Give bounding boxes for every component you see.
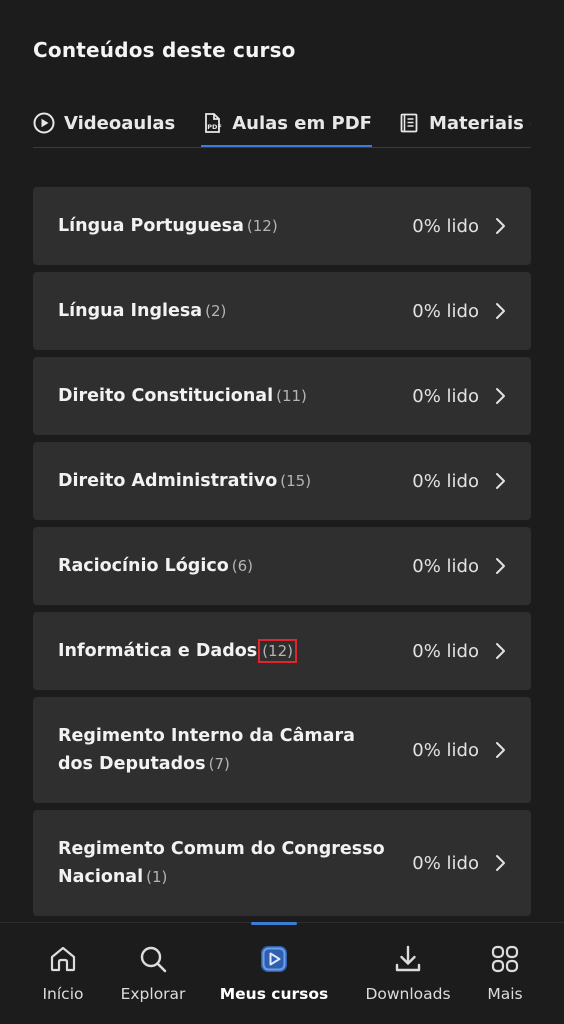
subject-row-raciocinio-logico[interactable]: Raciocínio Lógico (6) 0% lido (33, 527, 531, 605)
read-progress: 0% lido (412, 739, 479, 761)
lesson-count: (15) (280, 472, 312, 490)
play-circle-icon (33, 112, 55, 134)
chevron-right-icon (493, 472, 507, 490)
chevron-right-icon (493, 557, 507, 575)
subject-name: Regimento Interno da Câmara dos Deputados… (58, 726, 355, 774)
lesson-count: (11) (276, 387, 307, 405)
nav-meus-cursos[interactable]: Meus cursos (212, 922, 336, 1003)
subject-name: Informática e Dados (12) (58, 639, 297, 663)
subject-row-lingua-inglesa[interactable]: Língua Inglesa (2) 0% lido (33, 272, 531, 350)
home-icon (47, 943, 79, 975)
read-progress: 0% lido (412, 555, 479, 577)
subject-row-lingua-portuguesa[interactable]: Língua Portuguesa (12) 0% lido (33, 187, 531, 265)
tab-materiais[interactable]: Materiais co (398, 100, 531, 146)
nav-downloads[interactable]: Downloads (354, 923, 462, 1003)
nav-label: Mais (487, 985, 523, 1003)
subject-name: Língua Portuguesa (12) (58, 216, 278, 236)
tab-videoaulas[interactable]: Videoaulas (33, 100, 175, 146)
read-progress: 0% lido (412, 470, 479, 492)
download-icon (392, 943, 424, 975)
subject-name: Regimento Comum do Congresso Nacional (1) (58, 839, 385, 887)
grid-icon (489, 943, 521, 975)
tab-label: Aulas em PDF (232, 112, 372, 134)
read-progress: 0% lido (412, 300, 479, 322)
nav-explorar[interactable]: Explorar (110, 923, 196, 1003)
nav-inicio[interactable]: Início (24, 923, 102, 1003)
tab-aulas-em-pdf[interactable]: PDF Aulas em PDF (201, 100, 372, 147)
nav-label: Meus cursos (219, 985, 329, 1003)
subject-row-regimento-comum[interactable]: Regimento Comum do Congresso Nacional (1) … (33, 810, 531, 916)
chevron-right-icon (493, 302, 507, 320)
chevron-right-icon (493, 741, 507, 759)
subject-name: Direito Administrativo (15) (58, 471, 312, 491)
play-square-icon (258, 943, 290, 975)
read-progress: 0% lido (412, 852, 479, 874)
nav-label: Início (42, 985, 84, 1003)
tab-label: Materiais co (428, 112, 531, 134)
page-title: Conteúdos deste curso (33, 38, 296, 62)
course-contents-screen: Conteúdos deste curso Videoaulas PDF Aul… (0, 0, 564, 1024)
lesson-count: (12) (258, 639, 297, 663)
book-icon (398, 112, 420, 134)
lesson-count: (2) (205, 302, 227, 320)
nav-label: Downloads (365, 985, 451, 1003)
lesson-count: (1) (146, 868, 168, 886)
read-progress: 0% lido (412, 215, 479, 237)
lesson-count: (6) (231, 557, 253, 575)
chevron-right-icon (493, 642, 507, 660)
pdf-file-icon: PDF (201, 112, 223, 134)
content-tabs: Videoaulas PDF Aulas em PDF Materiais co (33, 100, 531, 148)
subject-row-informatica-e-dados[interactable]: Informática e Dados (12) 0% lido (33, 612, 531, 690)
chevron-right-icon (493, 854, 507, 872)
lesson-count: (12) (246, 217, 278, 235)
chevron-right-icon (493, 217, 507, 235)
chevron-right-icon (493, 387, 507, 405)
subject-name: Direito Constitucional (11) (58, 386, 307, 406)
subject-list: Língua Portuguesa (12) 0% lido Língua Ing… (33, 187, 531, 923)
read-progress: 0% lido (412, 385, 479, 407)
lesson-count: (7) (208, 755, 230, 773)
nav-mais[interactable]: Mais (474, 923, 536, 1003)
bottom-navigation: Início Explorar Meus cursos Downloads Ma… (0, 922, 564, 1024)
subject-name: Língua Inglesa (2) (58, 301, 227, 321)
subject-row-regimento-interno[interactable]: Regimento Interno da Câmara dos Deputados… (33, 697, 531, 803)
subject-row-direito-constitucional[interactable]: Direito Constitucional (11) 0% lido (33, 357, 531, 435)
svg-text:PDF: PDF (207, 123, 222, 131)
nav-label: Explorar (120, 985, 186, 1003)
read-progress: 0% lido (412, 640, 479, 662)
subject-row-direito-administrativo[interactable]: Direito Administrativo (15) 0% lido (33, 442, 531, 520)
subject-name: Raciocínio Lógico (6) (58, 556, 253, 576)
tab-label: Videoaulas (64, 112, 176, 134)
search-icon (137, 943, 169, 975)
